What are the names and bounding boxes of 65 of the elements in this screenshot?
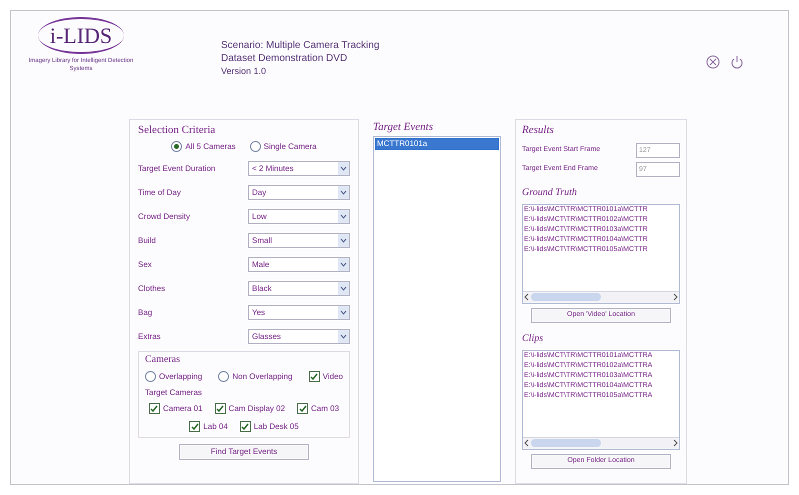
radio-label: All 5 Cameras bbox=[185, 140, 236, 153]
field-label: Sex bbox=[138, 258, 153, 271]
checkbox[interactable] bbox=[214, 403, 226, 414]
radio-label: Single Camera bbox=[264, 140, 317, 153]
dropdown[interactable]: Day bbox=[248, 185, 350, 200]
field-label: Extras bbox=[138, 330, 162, 343]
panel-title: Target Events bbox=[373, 120, 434, 136]
checkbox[interactable] bbox=[297, 403, 308, 414]
caret-icon bbox=[338, 258, 349, 272]
radio-button[interactable] bbox=[250, 141, 261, 152]
caret-icon bbox=[338, 234, 349, 248]
caret-icon bbox=[338, 186, 349, 200]
panel-title: Results bbox=[522, 123, 555, 138]
dropdown[interactable]: Black bbox=[248, 281, 350, 296]
caret-icon bbox=[338, 306, 349, 320]
target-cameras-label: Target Cameras bbox=[145, 386, 203, 399]
radio-button[interactable] bbox=[218, 371, 230, 382]
radio-button[interactable] bbox=[171, 141, 182, 152]
field-label: Clothes bbox=[138, 282, 166, 295]
camera-label: Lab 04 bbox=[203, 420, 228, 433]
scroll-right-icon[interactable] bbox=[671, 439, 679, 448]
dropdown[interactable]: Glasses bbox=[248, 329, 350, 344]
field-label: Bag bbox=[138, 306, 154, 319]
list-title: Clips bbox=[522, 332, 544, 346]
camera-label: Lab Desk 05 bbox=[254, 420, 299, 433]
dropdown[interactable]: Low bbox=[248, 209, 350, 224]
option-label: Video bbox=[322, 370, 343, 383]
radio-button[interactable] bbox=[145, 371, 156, 382]
camera-label: Camera 01 bbox=[162, 402, 203, 415]
camera-label: Cam Display 02 bbox=[228, 402, 286, 415]
horizontal-scrollbar[interactable] bbox=[523, 436, 679, 449]
checkbox[interactable] bbox=[189, 421, 200, 432]
group-title: Cameras bbox=[145, 352, 181, 367]
scroll-left-icon[interactable] bbox=[523, 293, 531, 302]
field-label: Time of Day bbox=[138, 186, 182, 199]
find-events-button[interactable]: Find Target Events bbox=[179, 444, 309, 460]
caret-icon bbox=[338, 282, 349, 296]
checkbox[interactable] bbox=[308, 371, 320, 382]
list-title: Ground Truth bbox=[522, 186, 578, 200]
app-title: Scenario: Multiple Camera Tracking bbox=[221, 39, 380, 52]
scroll-left-icon[interactable] bbox=[523, 439, 531, 448]
checkbox[interactable] bbox=[148, 403, 160, 414]
app-subtitle: Dataset Demonstration DVD bbox=[221, 52, 348, 65]
option-label: Overlapping bbox=[159, 370, 202, 383]
caret-icon bbox=[338, 210, 349, 224]
dropdown[interactable]: Small bbox=[248, 233, 350, 248]
field-label: Build bbox=[138, 234, 157, 247]
panel-title: Selection Criteria bbox=[138, 123, 216, 138]
checkbox[interactable] bbox=[240, 421, 251, 432]
close-icon[interactable] bbox=[706, 55, 720, 69]
dropdown[interactable]: < 2 Minutes bbox=[248, 161, 350, 176]
field-label: Target Event Duration bbox=[138, 162, 216, 175]
option-label: Non Overlapping bbox=[232, 370, 292, 383]
list-item[interactable]: MCTTR0101a bbox=[375, 138, 499, 150]
logo: i-LIDS bbox=[38, 17, 124, 54]
caret-icon bbox=[338, 330, 349, 344]
horizontal-scrollbar[interactable] bbox=[523, 290, 679, 303]
version-label: Version 1.0 bbox=[221, 65, 268, 78]
power-icon[interactable] bbox=[730, 55, 744, 69]
dropdown[interactable]: Male bbox=[248, 257, 350, 272]
field-label: Crowd Density bbox=[138, 210, 192, 223]
dropdown[interactable]: Yes bbox=[248, 305, 350, 320]
caret-icon bbox=[338, 162, 349, 176]
camera-label: Cam 03 bbox=[311, 402, 340, 415]
scroll-right-icon[interactable] bbox=[671, 293, 679, 302]
